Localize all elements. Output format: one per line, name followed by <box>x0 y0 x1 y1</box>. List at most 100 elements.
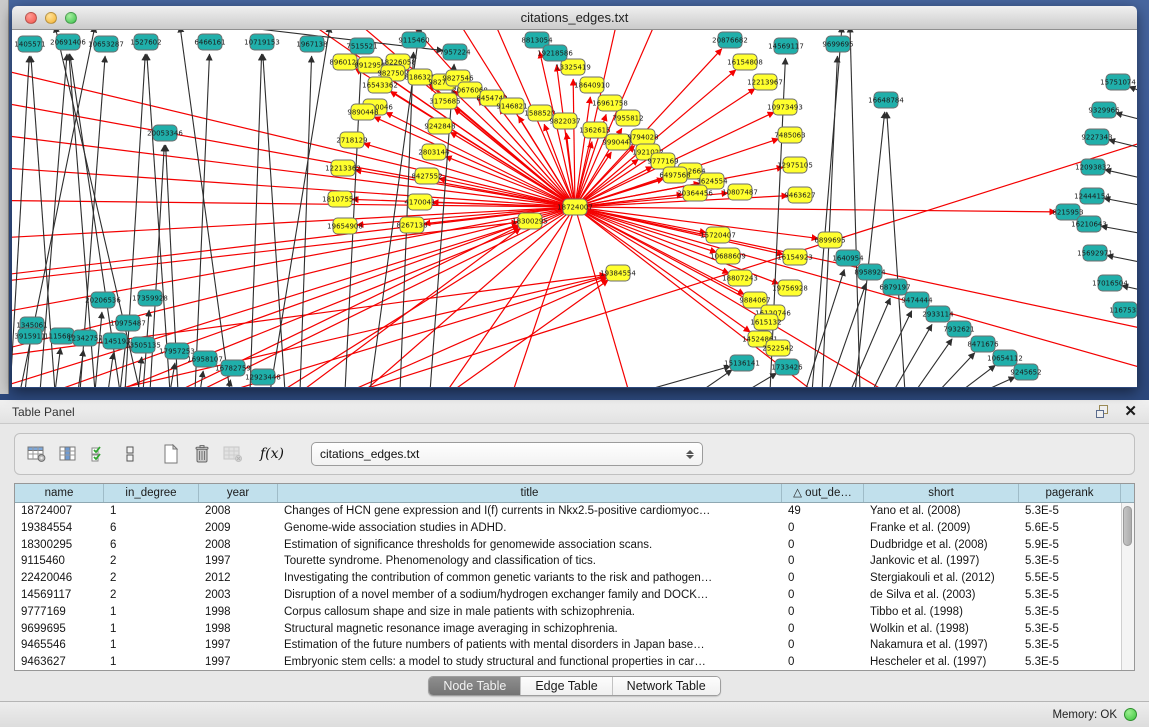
table-row[interactable]: 946362711997Embryonic stem cells: a mode… <box>15 654 1121 670</box>
cell-short[interactable]: Jankovic et al. (1997) <box>864 553 1019 570</box>
graph-edge[interactable] <box>263 54 285 387</box>
graph-edge[interactable] <box>330 278 607 387</box>
column-header-pagerank[interactable]: pagerank <box>1019 484 1121 502</box>
graph-edge[interactable] <box>872 311 912 387</box>
cell-short[interactable]: Dudbridge et al. (2008) <box>864 537 1019 554</box>
cell-pagerank[interactable]: 5.3E-5 <box>1019 654 1121 670</box>
float-panel-icon[interactable] <box>1096 405 1110 419</box>
cell-short[interactable]: de Silva et al. (2003) <box>864 587 1019 604</box>
cell-title[interactable]: Genome-wide association studies in ADHD. <box>278 520 782 537</box>
cell-in_degree[interactable]: 1 <box>104 621 199 638</box>
cell-pagerank[interactable]: 5.3E-5 <box>1019 587 1121 604</box>
cell-year[interactable]: 1997 <box>199 553 278 570</box>
vertical-scrollbar[interactable] <box>1121 503 1134 670</box>
cell-out_degree[interactable]: 0 <box>782 537 864 554</box>
graph-edge[interactable] <box>220 207 575 387</box>
table-row[interactable]: 969969511998Structural magnetic resonanc… <box>15 621 1121 638</box>
graph-edge[interactable] <box>700 370 732 387</box>
graph-edge[interactable] <box>430 64 454 387</box>
select-columns-button[interactable] <box>85 440 113 468</box>
table-mode-button[interactable] <box>23 440 51 468</box>
cell-in_degree[interactable]: 2 <box>104 553 199 570</box>
cell-out_degree[interactable]: 0 <box>782 604 864 621</box>
delete-column-button[interactable] <box>188 440 216 468</box>
cell-title[interactable]: Estimation of significance thresholds fo… <box>278 537 782 554</box>
cell-out_degree[interactable]: 0 <box>782 654 864 670</box>
cell-in_degree[interactable]: 2 <box>104 587 199 604</box>
cell-year[interactable]: 2008 <box>199 537 278 554</box>
cell-year[interactable]: 2003 <box>199 587 278 604</box>
cell-short[interactable]: Franke et al. (2009) <box>864 520 1019 537</box>
cell-in_degree[interactable]: 1 <box>104 637 199 654</box>
cell-name[interactable]: 9777169 <box>15 604 104 621</box>
cell-short[interactable]: Yano et al. (2008) <box>864 503 1019 520</box>
network-canvas[interactable]: 1872400718300295193845548960128891295418… <box>12 30 1137 387</box>
cell-year[interactable]: 1998 <box>199 604 278 621</box>
graph-edge[interactable] <box>170 363 175 387</box>
graph-edge[interactable] <box>960 365 995 387</box>
cell-out_degree[interactable]: 0 <box>782 621 864 638</box>
cell-pagerank[interactable]: 5.9E-5 <box>1019 537 1121 554</box>
graph-edge[interactable] <box>12 95 575 207</box>
cell-name[interactable]: 9465546 <box>15 637 104 654</box>
cell-title[interactable]: Changes of HCN gene expression and I(f) … <box>278 503 782 520</box>
scrollbar-thumb[interactable] <box>1123 506 1132 546</box>
graph-edge[interactable] <box>982 377 1015 387</box>
cell-in_degree[interactable]: 1 <box>104 503 199 520</box>
cell-name[interactable]: 14569117 <box>15 587 104 604</box>
cell-name[interactable]: 19384554 <box>15 520 104 537</box>
cell-name[interactable]: 9115460 <box>15 553 104 570</box>
cell-name[interactable]: 9463627 <box>15 654 104 670</box>
network-window-titlebar[interactable]: citations_edges.txt <box>12 6 1137 30</box>
graph-edge[interactable] <box>270 30 330 387</box>
table-row[interactable]: 977716911998Corpus callosum shape and si… <box>15 604 1121 621</box>
cell-out_degree[interactable]: 0 <box>782 587 864 604</box>
cell-year[interactable]: 2009 <box>199 520 278 537</box>
cell-title[interactable]: Investigating the contribution of common… <box>278 570 782 587</box>
graph-edge[interactable] <box>12 207 575 280</box>
cell-pagerank[interactable]: 5.6E-5 <box>1019 520 1121 537</box>
cell-name[interactable]: 18724007 <box>15 503 104 520</box>
graph-edge[interactable] <box>1129 87 1137 95</box>
graph-edge[interactable] <box>180 30 230 387</box>
cell-year[interactable]: 1997 <box>199 654 278 670</box>
graph-edge[interactable] <box>850 30 860 387</box>
column-header-in_degree[interactable]: in_degree <box>104 484 199 502</box>
tab-node-table[interactable]: Node Table <box>429 677 521 695</box>
table-row[interactable]: 1456911722003Disruption of a novel membe… <box>15 587 1121 604</box>
column-header-out_degree[interactable]: △ out_de… <box>782 484 864 502</box>
cell-pagerank[interactable]: 5.3E-5 <box>1019 604 1121 621</box>
table-row[interactable]: 1830029562008Estimation of significance … <box>15 537 1121 554</box>
cell-in_degree[interactable]: 2 <box>104 570 199 587</box>
function-builder-button[interactable]: f(x) <box>258 440 286 468</box>
table-row[interactable]: 1872400712008Changes of HCN gene express… <box>15 503 1121 520</box>
cell-out_degree[interactable]: 49 <box>782 503 864 520</box>
graph-edge[interactable] <box>55 348 61 387</box>
cell-title[interactable]: Disruption of a novel member of a sodium… <box>278 587 782 604</box>
create-column-button[interactable] <box>157 440 185 468</box>
column-header-year[interactable]: year <box>199 484 278 502</box>
table-row[interactable]: 2242004622012Investigating the contribut… <box>15 570 1121 587</box>
cell-title[interactable]: Embryonic stem cells: a model to study s… <box>278 654 782 670</box>
graph-edge[interactable] <box>745 373 777 387</box>
delete-table-button[interactable] <box>219 440 247 468</box>
cell-title[interactable]: Estimation of the future numbers of pati… <box>278 637 782 654</box>
cell-pagerank[interactable]: 5.5E-5 <box>1019 570 1121 587</box>
graph-edge[interactable] <box>363 143 575 207</box>
graph-edge[interactable] <box>573 79 575 207</box>
cell-year[interactable]: 1998 <box>199 621 278 638</box>
cell-short[interactable]: Wolkin et al. (1998) <box>864 621 1019 638</box>
tab-network-table[interactable]: Network Table <box>613 677 720 695</box>
table-row[interactable]: 1938455462009Genome-wide association stu… <box>15 520 1121 537</box>
memory-status-icon[interactable] <box>1124 708 1137 721</box>
table-selector-dropdown[interactable]: citations_edges.txt <box>311 442 703 466</box>
cell-title[interactable]: Tourette syndrome. Phenomenology and cla… <box>278 553 782 570</box>
cell-short[interactable]: Tibbo et al. (1998) <box>864 604 1019 621</box>
cell-out_degree[interactable]: 0 <box>782 553 864 570</box>
cell-pagerank[interactable]: 5.3E-5 <box>1019 637 1121 654</box>
cell-year[interactable]: 2012 <box>199 570 278 587</box>
close-panel-icon[interactable]: ✕ <box>1124 405 1137 419</box>
cell-name[interactable]: 22420046 <box>15 570 104 587</box>
cell-name[interactable]: 18300295 <box>15 537 104 554</box>
graph-edge[interactable] <box>575 207 1056 212</box>
